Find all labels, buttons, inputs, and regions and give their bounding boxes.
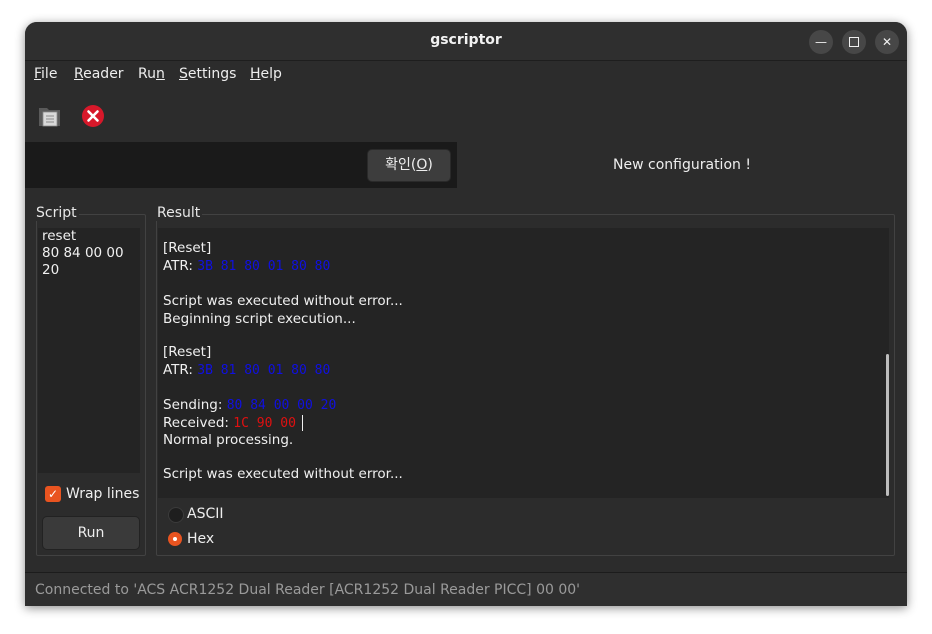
result-output[interactable]: [Reset] ATR: 3B 81 80 01 80 80 Script wa… [158, 228, 889, 498]
run-button[interactable]: Run [42, 516, 140, 550]
atr-value: 3B 81 80 01 80 80 [197, 363, 331, 378]
result-line: Beginning script execution... [163, 311, 356, 327]
stop-close-icon [82, 105, 104, 127]
menu-file[interactable]: File [34, 66, 57, 82]
script-editor[interactable]: reset 80 84 00 00 20 [38, 228, 140, 473]
hex-label[interactable]: Hex [187, 531, 214, 547]
status-bar: Connected to 'ACS ACR1252 Dual Reader [A… [25, 572, 907, 606]
received-value: 1C 90 00 [233, 416, 296, 431]
script-line: reset [42, 228, 77, 244]
app-window: gscriptor — ✕ File Reader Run Settings H… [25, 22, 907, 606]
menu-settings-mnemonic: S [179, 66, 188, 82]
info-bar: 확인(O) [25, 142, 457, 188]
menu-run[interactable]: Run [138, 66, 165, 82]
close-button[interactable]: ✕ [875, 30, 899, 54]
maximize-icon [849, 36, 859, 47]
menu-help-mnemonic: H [250, 66, 261, 82]
checkmark-icon: ✓ [47, 487, 59, 501]
script-line: 80 84 00 00 20 [42, 245, 124, 278]
result-line: Sending: 80 84 00 00 20 [163, 397, 336, 413]
result-scrollbar[interactable] [886, 354, 889, 496]
menu-settings-label: ettings [187, 66, 237, 82]
minimize-icon: — [815, 35, 827, 49]
maximize-button[interactable] [842, 30, 866, 54]
result-line: ATR: 3B 81 80 01 80 80 [163, 362, 330, 378]
toolbar [25, 88, 907, 142]
hex-radio[interactable] [168, 532, 182, 546]
result-line: [Reset] [163, 344, 212, 360]
menu-bar: File Reader Run Settings Help [25, 61, 907, 87]
close-icon: ✕ [881, 35, 893, 49]
menu-settings[interactable]: Settings [179, 66, 236, 82]
window-title: gscriptor [430, 32, 502, 48]
menu-reader-mnemonic: R [74, 66, 84, 82]
wrap-lines-label[interactable]: Wrap lines [66, 486, 139, 502]
atr-label: ATR: [163, 258, 193, 274]
ascii-label[interactable]: ASCII [187, 506, 224, 522]
atr-label: ATR: [163, 362, 193, 378]
menu-help-label: elp [260, 66, 282, 82]
folder-document-icon [39, 108, 60, 127]
result-line: ATR: 3B 81 80 01 80 80 [163, 258, 330, 274]
menu-help[interactable]: Help [250, 66, 282, 82]
result-line: Script was executed without error... [163, 466, 403, 482]
open-button[interactable] [38, 104, 62, 128]
ok-label: 확인( [385, 157, 417, 173]
wrap-lines-checkbox[interactable]: ✓ [45, 486, 61, 502]
ok-button[interactable]: 확인(O) [367, 149, 451, 182]
title-bar[interactable]: gscriptor — ✕ [25, 22, 907, 61]
ok-mnemonic: O [416, 157, 428, 173]
menu-file-label: ile [41, 66, 58, 82]
sending-value: 80 84 00 00 20 [226, 398, 337, 413]
stop-button[interactable] [81, 104, 105, 128]
sending-label: Sending: [163, 397, 223, 413]
script-label: Script [34, 205, 79, 221]
result-label: Result [155, 205, 203, 221]
received-label: Received: [163, 415, 229, 431]
atr-value: 3B 81 80 01 80 80 [197, 259, 331, 274]
result-line: Normal processing. [163, 432, 294, 448]
result-line: Received: 1C 90 00 [163, 415, 303, 431]
menu-run-mnemonic: n [155, 66, 165, 82]
text-cursor [301, 415, 303, 431]
config-message: New configuration ! [613, 157, 751, 173]
menu-reader-label: eader [83, 66, 124, 82]
ascii-radio[interactable] [168, 507, 184, 523]
ok-label-close: ) [427, 157, 433, 173]
minimize-button[interactable]: — [809, 30, 833, 54]
result-line: Script was executed without error... [163, 293, 403, 309]
menu-reader[interactable]: Reader [74, 66, 124, 82]
result-line: [Reset] [163, 240, 212, 256]
menu-run-label: Ru [138, 66, 156, 82]
menu-file-mnemonic: F [34, 66, 42, 82]
